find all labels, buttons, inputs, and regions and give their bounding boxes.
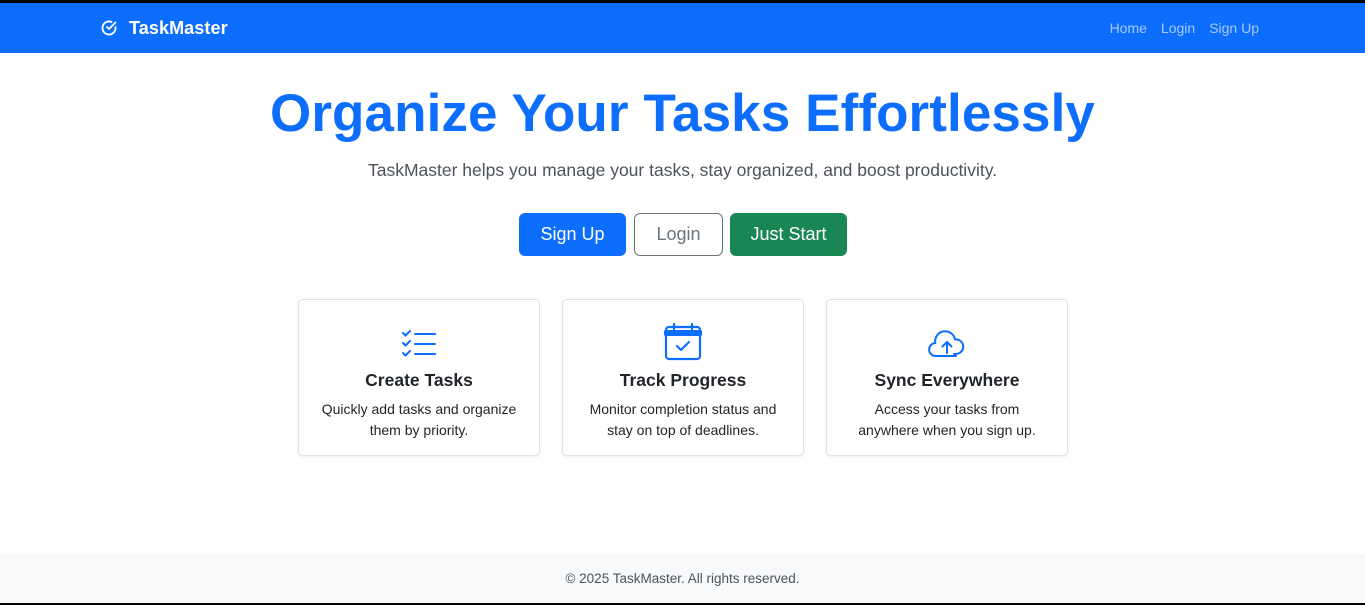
feature-text: Monitor completion status and stay on to…	[589, 401, 777, 438]
navbar: TaskMaster Home Login Sign Up	[0, 3, 1365, 53]
nav-link-signup[interactable]: Sign Up	[1209, 20, 1259, 36]
page: TaskMaster Home Login Sign Up Organize Y…	[0, 3, 1365, 603]
brand-link[interactable]: TaskMaster	[100, 3, 228, 53]
just-start-button[interactable]: Just Start	[730, 213, 847, 256]
copyright-text: © 2025 TaskMaster. All rights reserved.	[565, 571, 800, 586]
footer: © 2025 TaskMaster. All rights reserved.	[0, 554, 1365, 603]
feature-card-track-progress: Track Progress Monitor completion status…	[562, 299, 804, 456]
brand-name: TaskMaster	[129, 17, 228, 38]
feature-text: Quickly add tasks and organize them by p…	[321, 401, 517, 438]
nav-link-login[interactable]: Login	[1161, 20, 1195, 36]
signup-button[interactable]: Sign Up	[519, 213, 626, 256]
check-circle-icon	[100, 19, 118, 37]
nav-links: Home Login Sign Up	[1096, 3, 1259, 53]
feature-card-create-tasks: Create Tasks Quickly add tasks and organ…	[298, 299, 540, 456]
cloud-upload-icon	[827, 324, 1067, 364]
feature-text: Access your tasks from anywhere when you…	[858, 401, 1036, 438]
feature-card-sync-everywhere: Sync Everywhere Access your tasks from a…	[826, 299, 1068, 456]
hero-subtitle: TaskMaster helps you manage your tasks, …	[367, 160, 998, 180]
feature-title: Sync Everywhere	[874, 370, 1020, 390]
calendar-check-icon	[563, 322, 803, 362]
task-list-icon	[299, 324, 539, 364]
nav-link-home[interactable]: Home	[1110, 20, 1147, 36]
login-button[interactable]: Login	[634, 213, 723, 256]
feature-title: Track Progress	[619, 370, 747, 390]
hero-title: Organize Your Tasks Effortlessly	[270, 84, 1095, 143]
feature-title: Create Tasks	[365, 370, 473, 390]
cta-buttons: Sign Up Login Just Start	[519, 213, 847, 256]
